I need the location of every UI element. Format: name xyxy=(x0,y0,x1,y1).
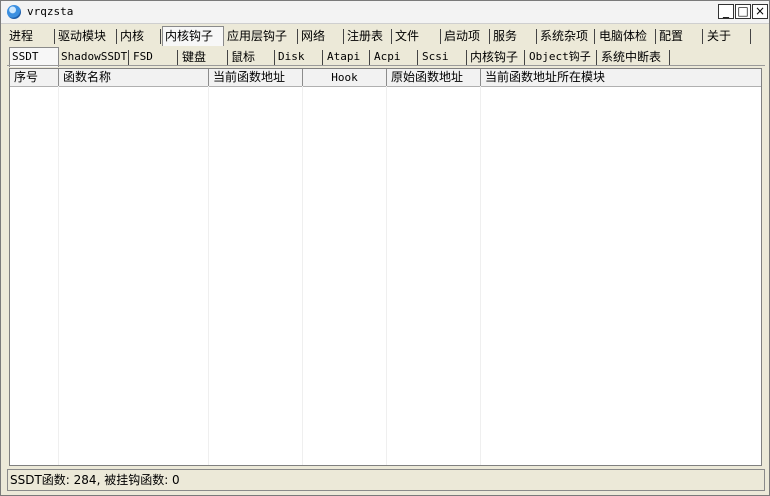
grid-line xyxy=(386,86,387,465)
tab-services[interactable]: 服务 xyxy=(491,27,537,45)
tab-panel-border xyxy=(7,65,765,66)
column-index[interactable]: 序号 xyxy=(10,69,59,86)
tab-files[interactable]: 文件 xyxy=(393,27,441,45)
tab-driver-modules[interactable]: 驱动模块 xyxy=(56,27,117,45)
subtab-disk[interactable]: Disk xyxy=(276,48,323,66)
tab-pc-checkup[interactable]: 电脑体检 xyxy=(597,27,656,45)
app-icon xyxy=(7,5,21,19)
grid-line xyxy=(302,86,303,465)
tab-kernel-hooks[interactable]: 内核钩子 xyxy=(162,26,224,46)
subtab-interrupt-table[interactable]: 系统中断表 xyxy=(599,48,670,66)
sub-tab-bar: SSDT ShadowSSDT FSD 键盘 鼠标 Disk Atapi Acp… xyxy=(1,47,769,67)
tab-system-misc[interactable]: 系统杂项 xyxy=(538,27,595,45)
subtab-atapi[interactable]: Atapi xyxy=(325,48,370,66)
grid-line xyxy=(480,86,481,465)
subtab-acpi[interactable]: Acpi xyxy=(372,48,418,66)
column-module[interactable]: 当前函数地址所在模块 xyxy=(481,69,761,86)
subtab-fsd[interactable]: FSD xyxy=(131,48,178,66)
column-hook[interactable]: Hook xyxy=(303,69,387,86)
ssdt-list[interactable]: 序号 函数名称 当前函数地址 Hook 原始函数地址 当前函数地址所在模块 xyxy=(9,68,762,466)
tab-process[interactable]: 进程 xyxy=(7,27,55,45)
tab-kernel[interactable]: 内核 xyxy=(118,27,161,45)
title-bar[interactable]: vrqzsta _ □ × xyxy=(1,1,769,24)
column-current-address[interactable]: 当前函数地址 xyxy=(209,69,303,86)
subtab-kernel-hooks[interactable]: 内核钩子 xyxy=(468,48,525,66)
tab-config[interactable]: 配置 xyxy=(657,27,703,45)
subtab-ssdt[interactable]: SSDT xyxy=(9,47,59,67)
subtab-keyboard[interactable]: 键盘 xyxy=(180,48,228,66)
tab-about[interactable]: 关于 xyxy=(705,27,751,45)
status-text: SSDT函数: 284, 被挂钩函数: 0 xyxy=(10,473,180,487)
maximize-button[interactable]: □ xyxy=(735,4,751,19)
main-window: vrqzsta _ □ × 进程 驱动模块 内核 内核钩子 应用层钩子 网络 注… xyxy=(0,0,770,496)
list-header: 序号 函数名称 当前函数地址 Hook 原始函数地址 当前函数地址所在模块 xyxy=(10,69,761,87)
tab-network[interactable]: 网络 xyxy=(299,27,344,45)
tab-startup[interactable]: 启动项 xyxy=(442,27,490,45)
grid-line xyxy=(58,86,59,465)
subtab-shadow-ssdt[interactable]: ShadowSSDT xyxy=(59,48,129,66)
status-bar: SSDT函数: 284, 被挂钩函数: 0 xyxy=(7,469,765,491)
tab-user-hooks[interactable]: 应用层钩子 xyxy=(225,27,298,45)
grid-line xyxy=(208,86,209,465)
subtab-object-hooks[interactable]: Object钩子 xyxy=(527,48,597,66)
subtab-scsi[interactable]: Scsi xyxy=(420,48,467,66)
tab-registry[interactable]: 注册表 xyxy=(345,27,392,45)
close-button[interactable]: × xyxy=(752,4,768,19)
subtab-mouse[interactable]: 鼠标 xyxy=(229,48,275,66)
window-title: vrqzsta xyxy=(27,5,74,18)
column-original-address[interactable]: 原始函数地址 xyxy=(387,69,481,86)
main-tab-bar: 进程 驱动模块 内核 内核钩子 应用层钩子 网络 注册表 文件 启动项 服务 系… xyxy=(1,26,769,46)
minimize-button[interactable]: _ xyxy=(718,4,734,19)
column-function-name[interactable]: 函数名称 xyxy=(59,69,209,86)
